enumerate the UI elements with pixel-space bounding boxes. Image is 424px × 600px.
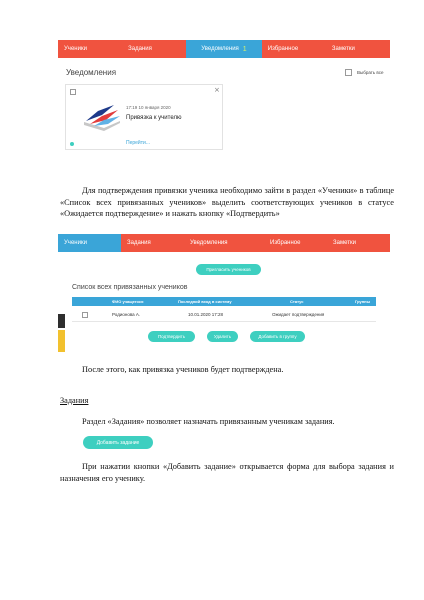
close-icon[interactable]: × xyxy=(214,86,220,94)
side-accent-bar xyxy=(58,314,65,328)
notification-link[interactable]: Перейти... xyxy=(126,140,150,146)
card-checkbox[interactable] xyxy=(70,89,76,95)
instruction-paragraph-1: Для подтверждения привязки ученика необх… xyxy=(60,186,394,218)
tab-tasks[interactable]: Задания xyxy=(120,234,184,252)
delete-button[interactable]: Удалить xyxy=(207,331,238,342)
book-logo-icon xyxy=(84,105,120,131)
unread-dot-icon xyxy=(70,142,74,146)
notifications-title: Уведомления xyxy=(66,68,117,77)
instruction-paragraph-4: При нажатии кнопки «Добавить задание» от… xyxy=(60,462,394,483)
notification-count-badge: 1 xyxy=(242,45,247,53)
tab-favorites[interactable]: Избранное xyxy=(261,40,326,58)
tab-tasks[interactable]: Задания xyxy=(122,40,187,58)
confirm-button[interactable]: Подтвердить xyxy=(148,331,195,342)
section-heading-tasks: Задания xyxy=(60,396,89,405)
tab-notes[interactable]: Заметки xyxy=(327,234,391,252)
tab-favorites[interactable]: Избранное xyxy=(264,234,328,252)
tab-notifications[interactable]: Уведомления 1 xyxy=(186,40,262,58)
students-list-title: Список всех привязанных учеников xyxy=(72,284,188,291)
instruction-paragraph-2: После этого, как привязка учеников будет… xyxy=(82,365,284,374)
invite-students-button[interactable]: Пригласить учеников xyxy=(196,264,261,275)
column-groups: Группы xyxy=(355,299,370,304)
column-status: Статус xyxy=(290,299,304,304)
student-name: Родионова А. xyxy=(112,312,141,317)
nav-bar-1: Ученики Задания Уведомления 1 Избранное … xyxy=(58,40,390,58)
notification-title: Привязка к учителю xyxy=(126,115,182,121)
row-checkbox[interactable] xyxy=(82,312,88,318)
select-all-label: Выбрать все xyxy=(357,70,384,75)
student-last-login: 10.01.2020 17:28 xyxy=(188,312,224,317)
table-row[interactable]: Родионова А. 10.01.2020 17:28 Ожидает по… xyxy=(72,309,376,322)
students-table-header: ФИО учащегося Последний вход в систему С… xyxy=(72,297,376,306)
side-accent-bar-yellow xyxy=(58,330,65,352)
column-name: ФИО учащегося xyxy=(112,299,144,304)
select-all-checkbox[interactable] xyxy=(345,69,352,76)
nav-bar-2: Ученики Задания Уведомления Избранное За… xyxy=(58,234,391,252)
tab-students[interactable]: Ученики xyxy=(58,40,123,58)
tab-notes[interactable]: Заметки xyxy=(325,40,390,58)
add-to-group-button[interactable]: Добавить в группу xyxy=(250,331,305,342)
student-status: Ожидает подтверждения xyxy=(272,312,325,317)
column-last-login: Последний вход в систему xyxy=(178,299,232,304)
tab-students[interactable]: Ученики xyxy=(58,234,121,252)
tab-notifications[interactable]: Уведомления xyxy=(183,234,265,252)
add-task-button[interactable]: Добавить задание xyxy=(83,436,153,449)
instruction-paragraph-3: Раздел «Задания» позволяет назначать при… xyxy=(82,417,335,426)
notification-card[interactable]: × 17:19 10 января 2020 Привязка к учител… xyxy=(65,84,223,150)
notification-date: 17:19 10 января 2020 xyxy=(126,105,171,110)
